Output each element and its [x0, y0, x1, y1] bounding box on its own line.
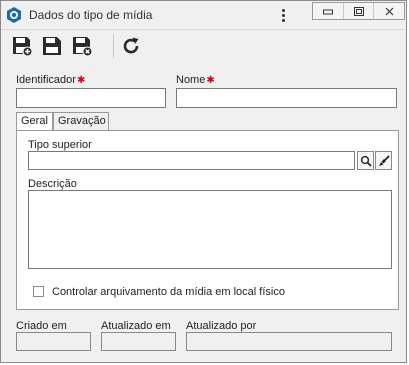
tipo-superior-input[interactable]	[28, 151, 355, 170]
atualizado-por-field	[186, 332, 392, 351]
clear-brush-icon[interactable]	[375, 151, 392, 170]
toolbar-separator	[113, 34, 114, 58]
criado-em-label: Criado em	[16, 320, 67, 332]
restore-icon[interactable]	[344, 3, 375, 19]
tipo-superior-label: Tipo superior	[28, 139, 92, 151]
tab-geral[interactable]: Geral	[16, 112, 53, 131]
identificador-input[interactable]	[16, 88, 166, 108]
minimize-icon[interactable]	[313, 3, 344, 19]
save-new-icon[interactable]	[11, 35, 33, 57]
nome-label: Nome✱	[176, 74, 215, 86]
atualizado-por-label: Atualizado por	[186, 320, 257, 332]
identificador-label: Identificador✱	[16, 74, 86, 86]
archive-control-label: Controlar arquivamento da mídia em local…	[52, 286, 285, 298]
save-close-icon[interactable]	[71, 35, 93, 57]
descricao-label: Descrição	[28, 178, 77, 190]
required-icon: ✱	[76, 75, 86, 86]
dialog-window: Dados do tipo de mídia Identificador✱ No…	[0, 0, 407, 363]
descricao-textarea[interactable]	[28, 190, 392, 269]
app-logo-icon	[6, 7, 22, 23]
more-options-icon[interactable]	[273, 5, 293, 25]
save-icon[interactable]	[41, 35, 63, 57]
window-controls	[312, 2, 405, 20]
atualizado-em-field	[101, 332, 176, 351]
toolbar	[1, 29, 406, 63]
window-title: Dados do tipo de mídia	[29, 8, 153, 22]
tab-gravacao[interactable]: Gravação	[53, 112, 109, 130]
form-content: Identificador✱ Nome✱ Geral Gravação Tipo…	[1, 62, 406, 362]
archive-control-checkbox[interactable]	[33, 286, 44, 297]
refresh-icon[interactable]	[120, 35, 142, 57]
required-icon: ✱	[206, 75, 215, 86]
title-bar[interactable]: Dados do tipo de mídia	[1, 1, 406, 28]
search-icon[interactable]	[357, 151, 374, 170]
nome-input[interactable]	[176, 88, 397, 108]
criado-em-field	[16, 332, 91, 351]
close-icon[interactable]	[374, 3, 404, 19]
atualizado-em-label: Atualizado em	[101, 320, 171, 332]
